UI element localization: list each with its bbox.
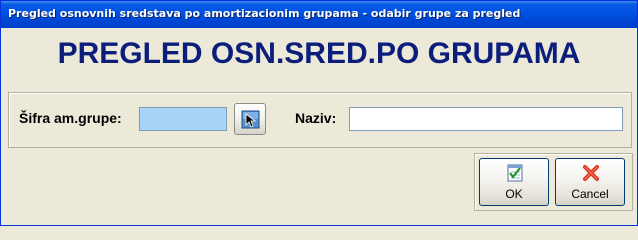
checklist-icon [507, 164, 523, 182]
page-title: PREGLED OSN.SRED.PO GRUPAMA [57, 37, 581, 70]
button-bar: OK Cancel [474, 153, 633, 211]
naziv-label: Naziv: [295, 110, 337, 126]
sifra-label: Šifra am.grupe: [19, 110, 122, 126]
naziv-input[interactable] [349, 107, 623, 131]
ok-label: OK [505, 187, 523, 201]
header-panel: PREGLED OSN.SRED.PO GRUPAMA [7, 31, 631, 79]
filter-panel: Šifra am.grupe: Naziv: [8, 92, 632, 148]
window-title: Pregled osnovnih sredstava po amortizaci… [8, 7, 521, 20]
ok-button[interactable]: OK [479, 158, 549, 206]
cancel-label: Cancel [571, 187, 609, 201]
arrow-pointer-icon [241, 110, 260, 129]
dialog-window: Pregled osnovnih sredstava po amortizaci… [0, 0, 638, 226]
red-x-icon [583, 165, 599, 181]
cancel-button[interactable]: Cancel [555, 158, 625, 206]
title-bar[interactable]: Pregled osnovnih sredstava po amortizaci… [1, 1, 637, 28]
lookup-button[interactable] [234, 103, 266, 135]
sifra-input[interactable] [139, 107, 227, 131]
